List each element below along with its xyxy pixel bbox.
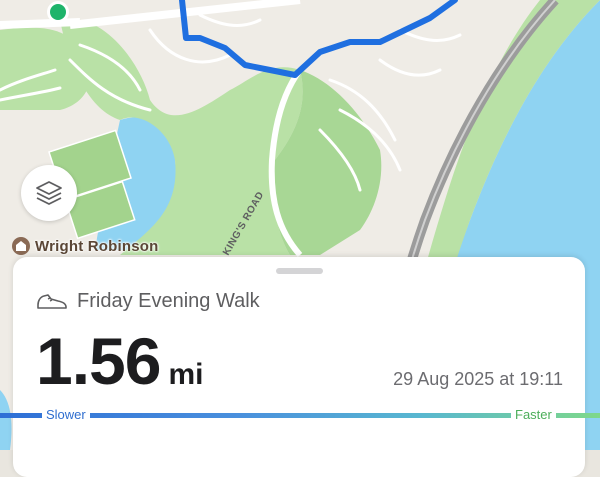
shoe-icon [37, 294, 67, 309]
distance-readout: 1.56 mi [36, 323, 204, 398]
poi-wright-robinson[interactable]: Wright Robinson [12, 236, 159, 256]
speed-gradient [0, 413, 600, 418]
activity-datetime: 29 Aug 2025 at 19:11 [393, 369, 563, 389]
slower-label: Slower [42, 407, 90, 423]
layers-icon [36, 181, 62, 205]
school-icon [12, 237, 30, 255]
activity-title: Friday Evening Walk [77, 289, 260, 312]
speed-legend: Slower Faster [0, 407, 600, 423]
map-layers-button[interactable] [21, 165, 77, 221]
start-marker[interactable] [50, 4, 66, 20]
activity-header: Friday Evening Walk [36, 288, 260, 314]
distance-value: 1.56 [36, 324, 161, 398]
distance-unit: mi [168, 358, 204, 391]
faster-label: Faster [511, 407, 556, 423]
sheet-grabber[interactable] [276, 268, 323, 274]
poi-label: Wright Robinson [35, 237, 159, 255]
activity-sheet[interactable]: Friday Evening Walk 1.56 mi 29 Aug 2025 … [13, 257, 585, 477]
